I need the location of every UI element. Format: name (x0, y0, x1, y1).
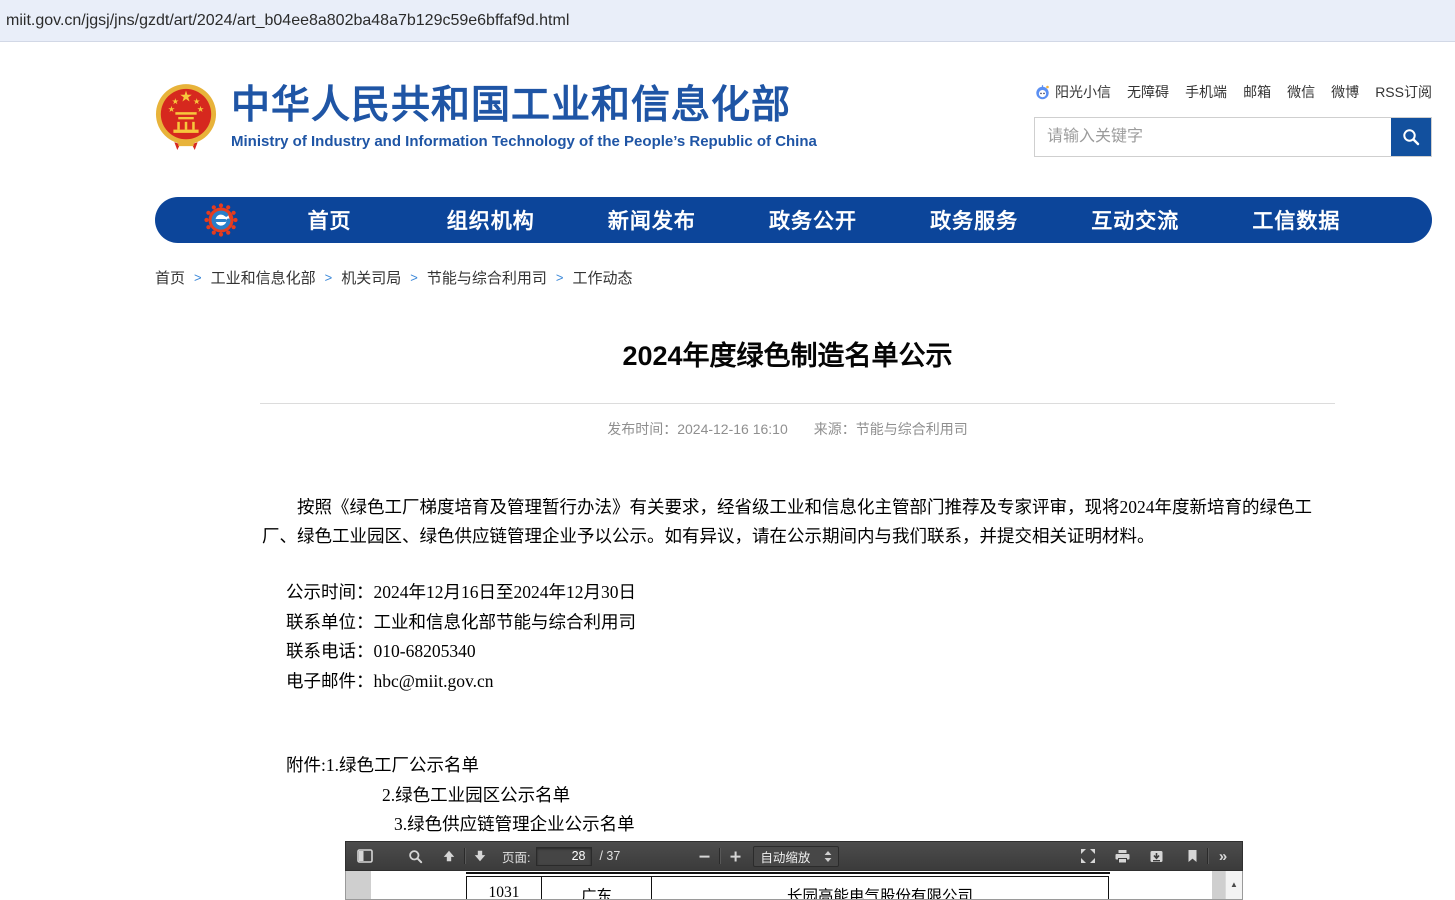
site-title: 中华人民共和国工业和信息化部 (231, 84, 817, 129)
site-header: 中华人民共和国工业和信息化部 Ministry of Industry and … (0, 42, 1455, 157)
search-icon (1401, 127, 1421, 147)
nav-item-organization[interactable]: 组织机构 (410, 205, 571, 235)
site-subtitle: Ministry of Industry and Information Tec… (231, 133, 817, 150)
article-paragraph: 按照《绿色工厂梯度培育及管理暂行办法》有关要求，经省级工业和信息化主管部门推荐及… (262, 493, 1335, 551)
source-value: 节能与综合利用司 (856, 421, 968, 437)
pdf-scrollbar[interactable]: ▲ (1225, 871, 1242, 900)
previous-page-icon[interactable] (437, 845, 461, 867)
zoom-mode-select[interactable]: 自动缩放 (753, 846, 839, 867)
nav-item-gov-disclosure[interactable]: 政务公开 (732, 205, 893, 235)
quick-link-rss[interactable]: RSS订阅 (1375, 82, 1432, 102)
pdf-toolbar: 页面: / 37 自动缩放 (345, 841, 1243, 871)
pdf-table-row: 1031 广东 长园高能电气股份有限公司 (466, 876, 1109, 900)
zoom-out-icon[interactable] (692, 845, 716, 867)
publicity-period-line: 公示时间：2024年12月16日至2024年12月30日 (286, 578, 1335, 608)
breadcrumb-separator: > (410, 270, 418, 285)
robot-assistant-icon (1034, 84, 1051, 101)
main-nav: 首页 组织机构 新闻发布 政务公开 政务服务 互动交流 工信数据 (155, 197, 1432, 243)
page-label: 页面: (502, 847, 530, 866)
zoom-controls: 自动缩放 (692, 845, 839, 867)
toolbar-divider (1207, 848, 1208, 864)
miit-logo-icon[interactable] (203, 202, 239, 238)
print-icon[interactable] (1110, 845, 1134, 867)
search-bar (1034, 117, 1432, 157)
publish-time-label: 发布时间： (607, 421, 677, 437)
browser-address-bar[interactable]: miit.gov.cn/jgsj/jns/gzdt/art/2024/art_b… (0, 0, 1455, 42)
attachment-green-industrial-park[interactable]: 2.绿色工业园区公示名单 (286, 781, 1335, 811)
national-emblem-icon (155, 82, 217, 152)
pdf-cell-company: 长园高能电气股份有限公司 (651, 877, 1109, 900)
breadcrumb-separator: > (194, 270, 202, 285)
attachment-green-factory[interactable]: 附件:1.绿色工厂公示名单 (286, 751, 1335, 781)
attachment-green-supply-chain[interactable]: 3.绿色供应链管理企业公示名单 (286, 810, 1335, 840)
brand-titles: 中华人民共和国工业和信息化部 Ministry of Industry and … (231, 84, 817, 150)
nav-item-interaction[interactable]: 互动交流 (1055, 205, 1216, 235)
contact-email-line: 电子邮件：hbc@miit.gov.cn (286, 667, 1335, 697)
source-label: 来源： (814, 421, 856, 437)
nav-item-data[interactable]: 工信数据 (1216, 205, 1377, 235)
header-right: 阳光小信 无障碍 手机端 邮箱 微信 微博 RSS订阅 (1034, 82, 1432, 157)
quick-link-mobile[interactable]: 手机端 (1185, 82, 1227, 102)
breadcrumb-miit[interactable]: 工业和信息化部 (211, 267, 316, 288)
article: 2024年度绿色制造名单公示 发布时间：2024-12-16 16:10 来源：节… (240, 334, 1335, 840)
download-icon[interactable] (1144, 845, 1168, 867)
pdf-cell-province: 广东 (541, 877, 651, 900)
site-brand: 中华人民共和国工业和信息化部 Ministry of Industry and … (155, 82, 817, 152)
breadcrumb: 首页 > 工业和信息化部 > 机关司局 > 节能与综合利用司 > 工作动态 (155, 267, 1455, 288)
select-arrows-icon (824, 851, 832, 862)
breadcrumb-departments[interactable]: 机关司局 (341, 267, 401, 288)
article-body: 按照《绿色工厂梯度培育及管理暂行办法》有关要求，经省级工业和信息化主管部门推荐及… (240, 493, 1335, 551)
article-title: 2024年度绿色制造名单公示 (240, 334, 1335, 373)
page-number-input[interactable] (536, 847, 592, 866)
breadcrumb-energy-dept[interactable]: 节能与综合利用司 (427, 267, 547, 288)
presentation-mode-icon[interactable] (1076, 845, 1100, 867)
pdf-viewer: 页面: / 37 自动缩放 (345, 841, 1243, 900)
contact-unit-line: 联系单位：工业和信息化部节能与综合利用司 (286, 608, 1335, 638)
breadcrumb-separator: > (325, 270, 333, 285)
contact-phone-line: 联系电话：010-68205340 (286, 637, 1335, 667)
zoom-mode-value: 自动缩放 (760, 847, 810, 866)
pdf-cell-number: 1031 (466, 877, 541, 900)
quick-link-weibo[interactable]: 微博 (1331, 82, 1359, 102)
quick-link-mail[interactable]: 邮箱 (1243, 82, 1271, 102)
quick-link-wechat[interactable]: 微信 (1287, 82, 1315, 102)
breadcrumb-separator: > (556, 270, 564, 285)
contact-info: 公示时间：2024年12月16日至2024年12月30日 联系单位：工业和信息化… (240, 578, 1335, 696)
breadcrumb-work-updates[interactable]: 工作动态 (572, 267, 632, 288)
attachments-list: 附件:1.绿色工厂公示名单 2.绿色工业园区公示名单 3.绿色供应链管理企业公示… (240, 751, 1335, 840)
page-url[interactable]: miit.gov.cn/jgsj/jns/gzdt/art/2024/art_b… (6, 12, 569, 30)
more-tools-icon[interactable]: » (1211, 845, 1235, 867)
publish-time: 2024-12-16 16:10 (677, 421, 788, 437)
pdf-page: 1031 广东 长园高能电气股份有限公司 (371, 871, 1212, 900)
scroll-up-icon[interactable]: ▲ (1226, 871, 1242, 894)
title-divider (260, 403, 1335, 404)
next-page-icon[interactable] (468, 845, 492, 867)
nav-item-gov-services[interactable]: 政务服务 (894, 205, 1055, 235)
toolbar-divider (719, 848, 720, 864)
page-total: / 37 (599, 849, 620, 863)
quick-link-assistant[interactable]: 阳光小信 (1034, 82, 1111, 102)
toolbar-divider (464, 848, 465, 864)
zoom-in-icon[interactable] (723, 845, 747, 867)
nav-item-home[interactable]: 首页 (249, 205, 410, 235)
header-quick-links: 阳光小信 无障碍 手机端 邮箱 微信 微博 RSS订阅 (1034, 82, 1432, 102)
pdf-table-top-rule (466, 872, 1110, 874)
breadcrumb-home[interactable]: 首页 (155, 267, 185, 288)
search-input[interactable] (1035, 118, 1391, 156)
pdf-content-area: 1031 广东 长园高能电气股份有限公司 ▲ (345, 871, 1243, 900)
nav-item-news[interactable]: 新闻发布 (571, 205, 732, 235)
bookmark-icon[interactable] (1180, 845, 1204, 867)
toolbar-right-group: » (1076, 845, 1235, 867)
search-button[interactable] (1391, 118, 1431, 156)
article-meta: 发布时间：2024-12-16 16:10 来源：节能与综合利用司 (240, 419, 1335, 439)
find-in-document-icon[interactable] (403, 845, 427, 867)
sidebar-toggle-icon[interactable] (353, 845, 377, 867)
quick-link-accessibility[interactable]: 无障碍 (1127, 82, 1169, 102)
